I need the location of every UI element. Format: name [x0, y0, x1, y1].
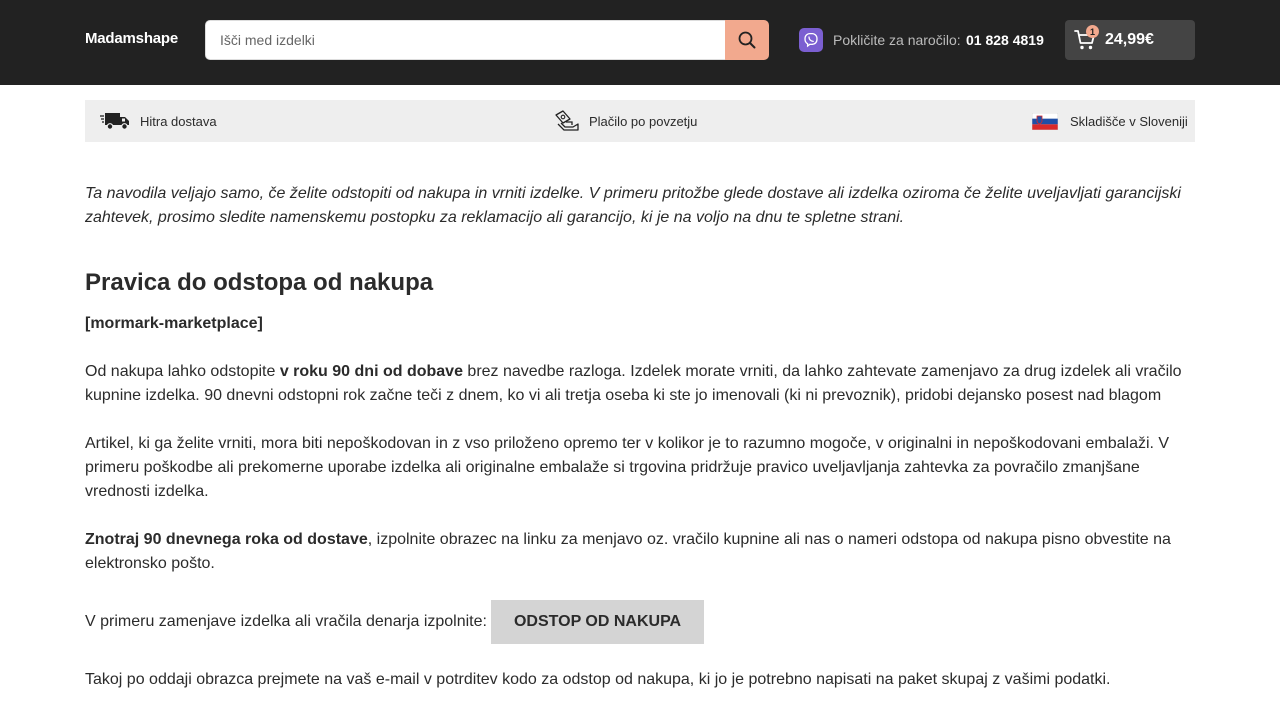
viber-icon[interactable] — [799, 28, 823, 52]
main-content: Ta navodila veljajo samo, če želite odst… — [85, 182, 1195, 692]
marketplace-shortcode: [mormark-marketplace] — [85, 315, 263, 332]
paragraph-emphasis: Znotraj 90 dnevnega roka od dostave — [85, 531, 368, 548]
paragraph-item-condition: Artikel, ki ga želite vrniti, mora biti … — [85, 435, 1170, 500]
paragraph-emphasis: v roku 90 dni od dobave — [279, 363, 463, 380]
site-header: Madamshape Pokličite za naročilo: 01 828… — [0, 0, 1280, 85]
cart-total: 24,99€ — [1105, 31, 1154, 48]
benefit-label: Skladišče v Sloveniji — [1070, 113, 1188, 129]
search-button[interactable] — [725, 20, 769, 60]
intro-note: Ta navodila veljajo samo, če želite odst… — [85, 185, 1181, 226]
benefit-cash-on-delivery: Plačilo po povzetju — [554, 100, 697, 142]
benefits-bar: Hitra dostava Plačilo po povzetju Skladi… — [85, 100, 1195, 142]
search-icon — [738, 31, 756, 49]
cart-count-badge: 1 — [1086, 25, 1099, 38]
search-bar — [205, 20, 769, 60]
return-action-label: V primeru zamenjave izdelka ali vračila … — [85, 613, 487, 630]
phone-number[interactable]: 01 828 4819 — [966, 32, 1044, 48]
cart-button[interactable]: 1 24,99€ — [1065, 20, 1195, 60]
paragraph-confirmation-code: Takoj po oddaji obrazca prejmete na vaš … — [85, 671, 1111, 688]
page-heading: Pravica do odstopa od nakupa — [85, 269, 434, 296]
phone-label: Pokličite za naročilo: — [833, 32, 961, 48]
benefit-fast-delivery: Hitra dostava — [100, 100, 217, 142]
benefit-label: Plačilo po povzetju — [589, 113, 698, 129]
delivery-truck-icon — [100, 111, 131, 131]
cash-payment-icon — [554, 110, 580, 132]
paragraph-text: Od nakupa lahko odstopite — [85, 363, 280, 380]
paragraph-withdrawal-period: Od nakupa lahko odstopite v roku 90 dni … — [85, 360, 1195, 408]
site-logo[interactable]: Madamshape — [85, 30, 178, 47]
return-action-row: V primeru zamenjave izdelka ali vračila … — [85, 600, 1195, 644]
benefit-warehouse-slovenia: Skladišče v Sloveniji — [1032, 100, 1188, 142]
search-input[interactable] — [205, 20, 725, 60]
withdrawal-form-button[interactable]: ODSTOP OD NAKUPA — [490, 600, 705, 644]
slovenia-flag-icon — [1032, 112, 1058, 130]
benefit-label: Hitra dostava — [140, 113, 217, 129]
paragraph-return-form: Znotraj 90 dnevnega roka od dostave, izp… — [85, 528, 1195, 576]
